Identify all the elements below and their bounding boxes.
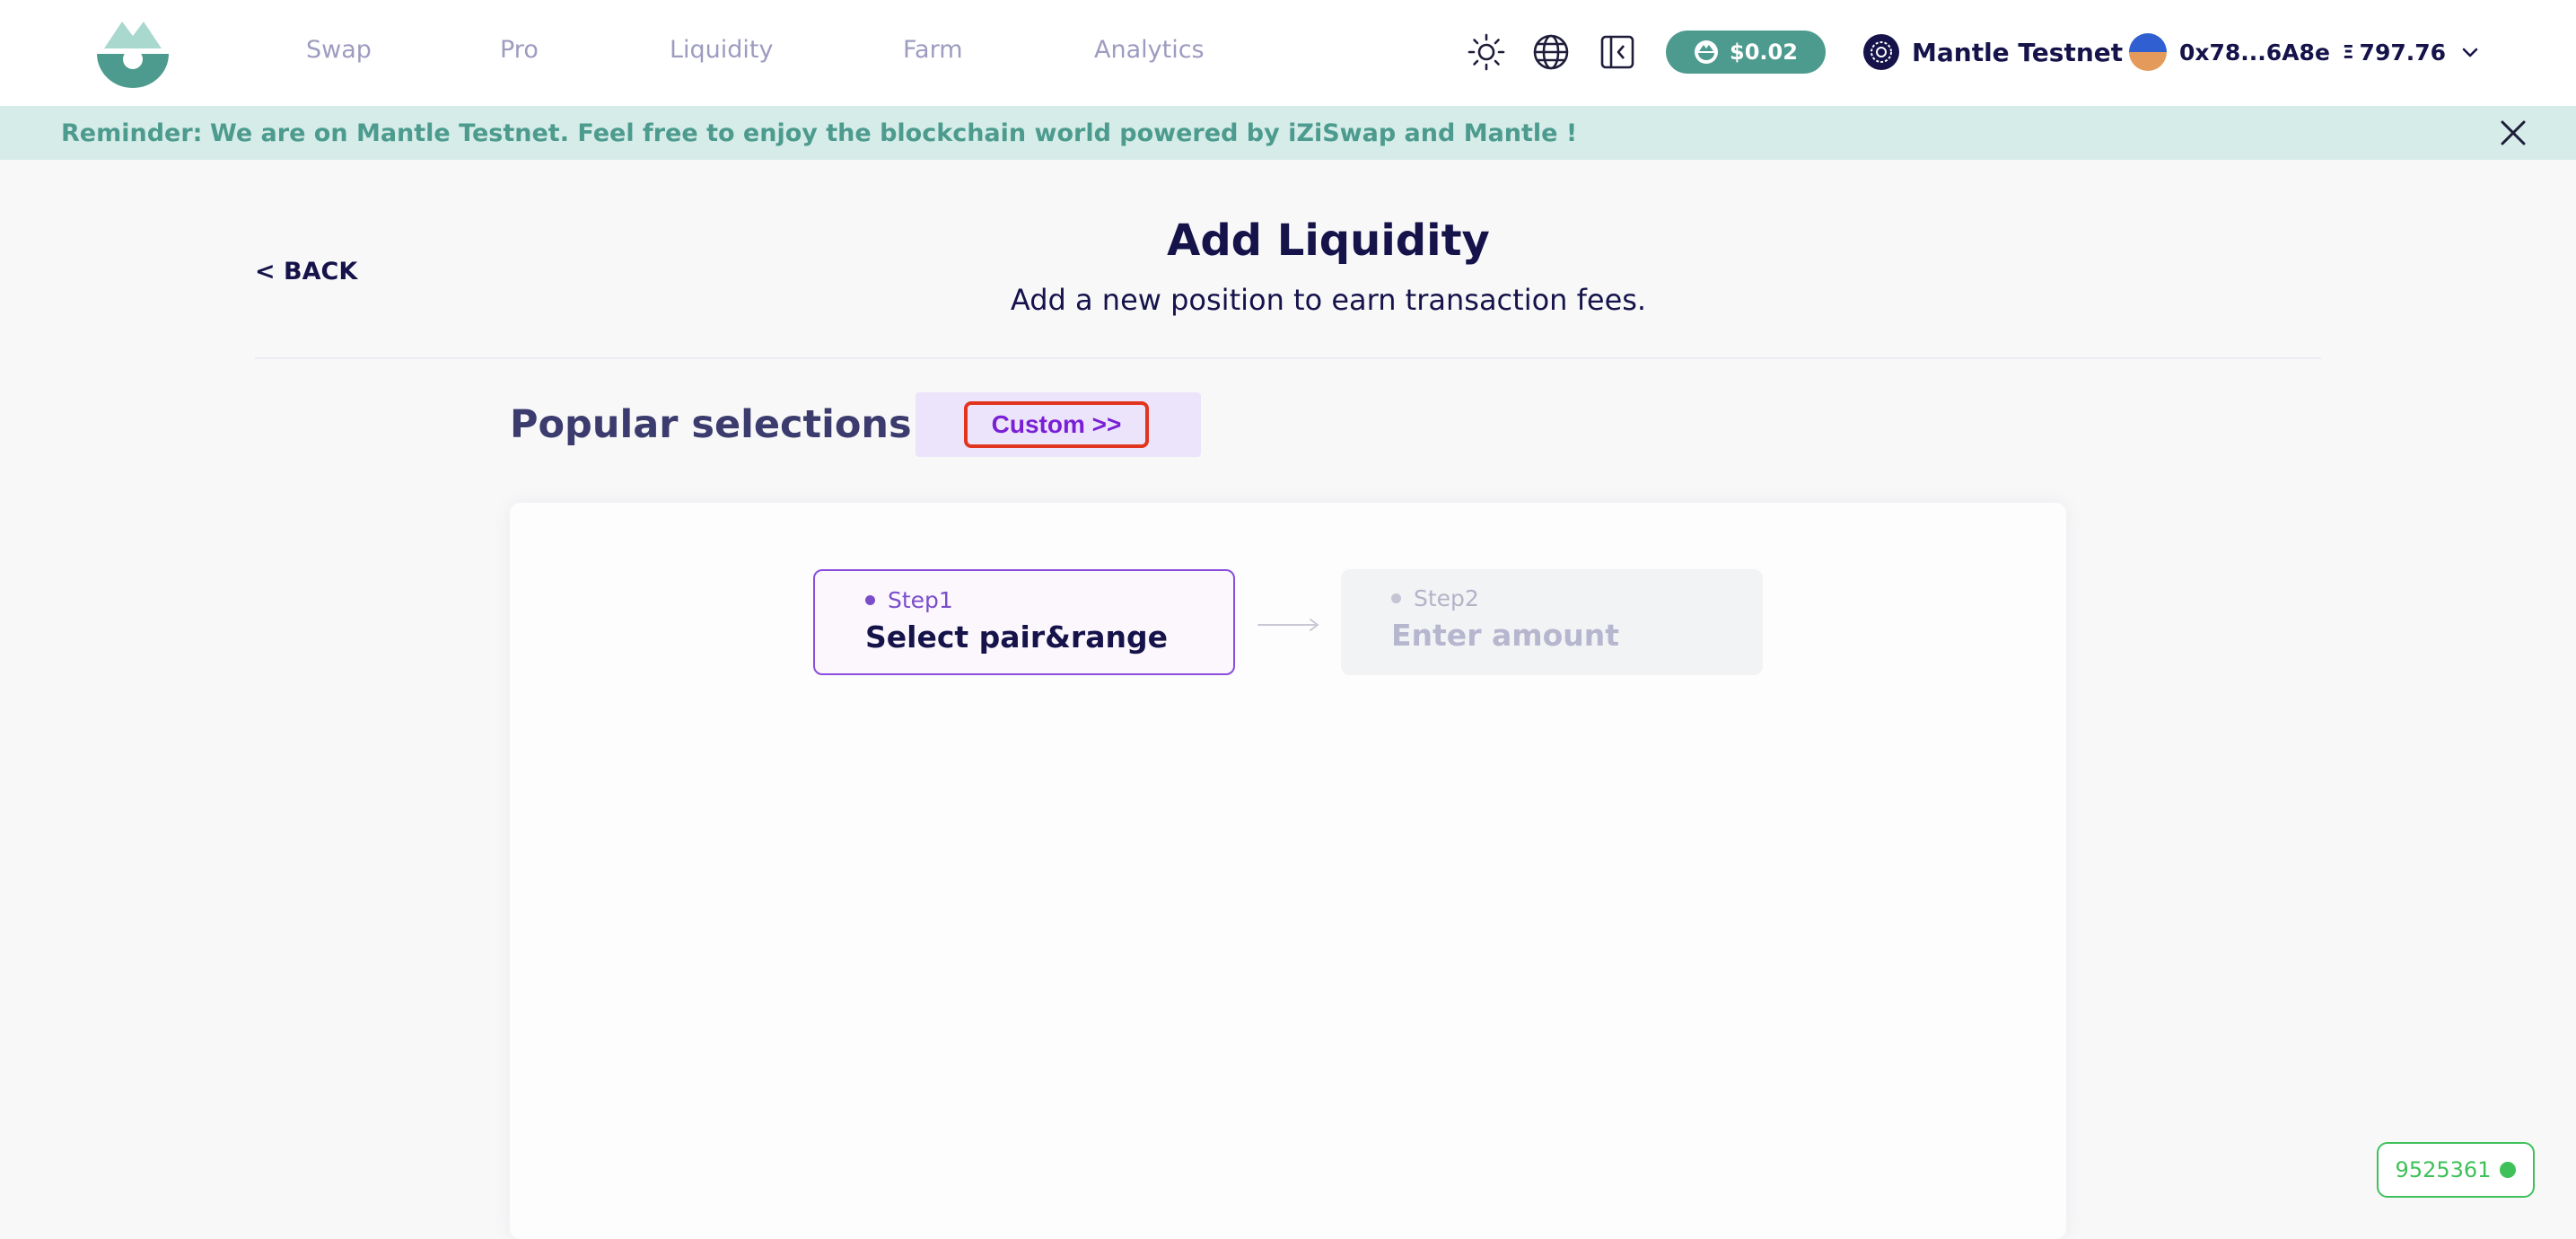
chevron-down-icon[interactable] — [2458, 40, 2482, 64]
custom-button[interactable]: Custom >> — [964, 401, 1149, 448]
step-1-title: Select pair&range — [865, 620, 1168, 655]
sun-icon[interactable] — [1467, 32, 1506, 72]
account-address: 0x78...6A8e — [2179, 39, 2330, 66]
avatar — [2129, 33, 2167, 71]
tab-popular-selections[interactable]: Popular selections — [510, 402, 912, 447]
reminder-text: We are on Mantle Testnet. Feel free to e… — [210, 119, 1578, 147]
block-number-badge[interactable]: 9525361 — [2377, 1142, 2535, 1198]
arrow-right-icon — [1257, 619, 1319, 631]
account-menu[interactable]: 0x78...6A8e Ξ 797.76 — [2129, 31, 2482, 74]
step-2-title: Enter amount — [1391, 618, 1620, 653]
mantle-network-icon — [1863, 34, 1899, 70]
add-liquidity-card: Step1 Select pair&range Step2 Enter amou… — [510, 503, 2066, 1239]
step-2-label-row: Step2 — [1391, 585, 1479, 611]
reminder-banner: Reminder: We are on Mantle Testnet. Feel… — [0, 106, 2576, 160]
nav-swap[interactable]: Swap — [306, 36, 372, 64]
account-balance: 797.76 — [2359, 39, 2447, 66]
izi-token-icon — [1695, 40, 1719, 64]
nav-liquidity[interactable]: Liquidity — [670, 36, 774, 64]
custom-tab: Custom >> — [916, 392, 1201, 457]
network-selector[interactable]: Mantle Testnet — [1863, 31, 2123, 74]
close-icon[interactable] — [2495, 115, 2531, 151]
page-subtitle: Add a new position to earn transaction f… — [1010, 283, 1647, 317]
divider — [255, 357, 2321, 359]
step-2[interactable]: Step2 Enter amount — [1341, 569, 1763, 675]
top-header: Swap Pro Liquidity Farm Analytics $0.02 — [0, 0, 2576, 106]
globe-icon[interactable] — [1531, 32, 1571, 72]
step-dot — [865, 595, 875, 605]
block-number: 9525361 — [2395, 1157, 2492, 1182]
eth-symbol: Ξ — [2342, 41, 2354, 63]
step-1[interactable]: Step1 Select pair&range — [813, 569, 1235, 675]
sidebar-collapse-icon[interactable] — [1598, 32, 1637, 72]
step-1-label: Step1 — [888, 587, 953, 613]
iziswap-logo-icon[interactable] — [97, 18, 169, 88]
reminder-label: Reminder: — [61, 119, 203, 147]
nav-pro[interactable]: Pro — [500, 36, 539, 64]
token-price: $0.02 — [1730, 40, 1798, 65]
nav-farm[interactable]: Farm — [903, 36, 963, 64]
status-dot-icon — [2500, 1162, 2517, 1178]
step-2-label: Step2 — [1414, 585, 1479, 611]
step-1-label-row: Step1 — [865, 587, 953, 613]
step-dot — [1391, 593, 1401, 603]
page-title: Add Liquidity — [1167, 215, 1490, 266]
network-name: Mantle Testnet — [1912, 37, 2124, 67]
nav-analytics[interactable]: Analytics — [1094, 36, 1205, 64]
token-price-pill[interactable]: $0.02 — [1666, 31, 1826, 74]
